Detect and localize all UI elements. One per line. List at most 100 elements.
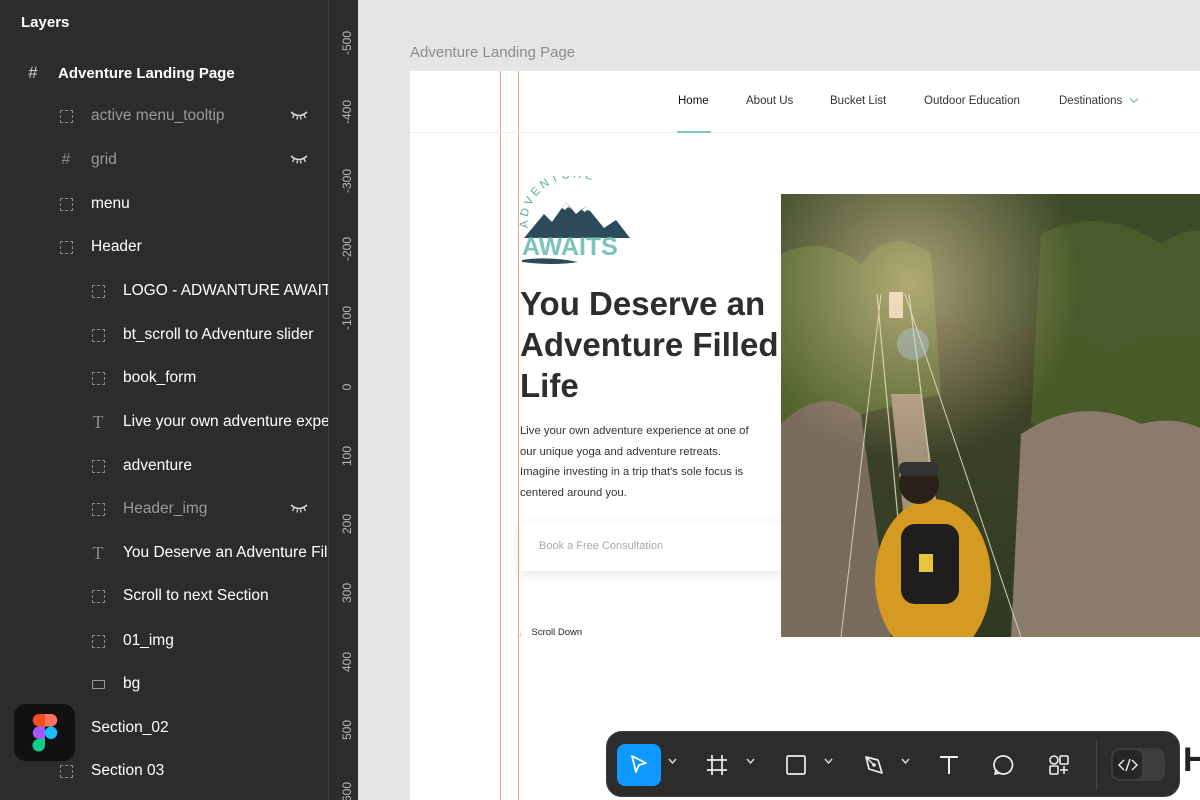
ruler-tick: -100 xyxy=(340,305,354,331)
text-icon xyxy=(940,756,958,774)
layer-live-your-own[interactable]: T Live your own adventure experience xyxy=(90,402,329,442)
layer-label: grid xyxy=(91,151,117,168)
resources-icon xyxy=(1049,755,1069,775)
comment-icon xyxy=(993,755,1014,775)
book-input-placeholder: Book a Free Consultation xyxy=(539,540,664,552)
scroll-down-button[interactable]: ↓ Scroll Down xyxy=(518,627,582,638)
nav-home[interactable]: Home xyxy=(678,95,709,107)
hidden-eye-icon[interactable] xyxy=(290,108,308,127)
layer-label: Scroll to next Section xyxy=(123,587,269,604)
layer-section-02[interactable]: Section_02 xyxy=(58,708,328,748)
chevron-down-icon xyxy=(1129,98,1138,104)
shape-tool-button[interactable] xyxy=(780,744,812,786)
layer-bt-scroll[interactable]: bt_scroll to Adventure slider xyxy=(90,315,328,355)
adventure-awaits-logo[interactable]: ADVENTURE AWAITS xyxy=(518,168,636,266)
nav-about-us[interactable]: About Us xyxy=(746,95,793,107)
layer-label: You Deserve an Adventure Filled Life xyxy=(123,544,328,561)
next-section-peek: H xyxy=(1183,741,1200,779)
frame-icon: # xyxy=(28,63,38,82)
layer-label: Header_img xyxy=(123,500,208,517)
chevron-down-icon[interactable] xyxy=(901,758,910,764)
layer-book-form[interactable]: book_form xyxy=(90,358,328,398)
comment-tool-button[interactable] xyxy=(988,744,1020,786)
layer-label: Section_02 xyxy=(91,719,169,736)
layer-label: Adventure Landing Page xyxy=(58,64,235,82)
layer-label: Section 03 xyxy=(91,762,165,779)
text-icon: T xyxy=(92,542,104,563)
resources-tool-button[interactable] xyxy=(1043,744,1075,786)
chevron-down-icon[interactable] xyxy=(668,758,677,764)
figma-logo-icon[interactable] xyxy=(14,704,75,761)
frame-icon: # xyxy=(61,151,71,168)
group-icon xyxy=(90,501,106,517)
layer-grid[interactable]: # grid xyxy=(58,140,328,180)
layer-label: bt_scroll to Adventure slider xyxy=(123,326,314,343)
layer-01-img[interactable]: 01_img xyxy=(90,621,328,661)
layer-label: LOGO - ADWANTURE AWAITS xyxy=(123,282,328,299)
chevron-down-icon[interactable] xyxy=(824,758,833,764)
layer-logo[interactable]: LOGO - ADWANTURE AWAITS xyxy=(90,271,328,311)
group-icon xyxy=(58,763,74,779)
group-icon xyxy=(90,370,106,386)
pen-icon xyxy=(865,756,883,774)
group-icon xyxy=(58,239,74,255)
move-tool-button[interactable] xyxy=(617,744,661,786)
layer-section-03[interactable]: Section 03 xyxy=(58,751,328,791)
layer-you-deserve[interactable]: T You Deserve an Adventure Filled Life xyxy=(90,533,329,573)
layer-menu[interactable]: menu xyxy=(58,184,328,224)
hero-body-text: Live your own adventure experience at on… xyxy=(520,425,749,499)
ruler-tick: 600 xyxy=(340,781,354,800)
group-icon xyxy=(58,108,74,124)
top-nav: Home About Us Bucket List Outdoor Educat… xyxy=(410,71,1200,133)
group-icon xyxy=(58,196,74,212)
nav-bucket-list[interactable]: Bucket List xyxy=(830,95,886,107)
ruler-tick: 500 xyxy=(340,719,354,741)
ruler-tick: 100 xyxy=(340,445,354,467)
layer-label: Live your own adventure experience xyxy=(123,413,328,430)
hidden-eye-icon[interactable] xyxy=(290,152,308,171)
logo-bottom-text: AWAITS xyxy=(522,233,618,261)
text-tool-button[interactable] xyxy=(933,744,965,786)
pen-tool-button[interactable] xyxy=(858,744,890,786)
landing-page-frame[interactable]: Home About Us Bucket List Outdoor Educat… xyxy=(410,71,1200,800)
canvas[interactable]: Adventure Landing Page Home About Us Buc… xyxy=(358,0,1200,800)
dev-mode-knob xyxy=(1113,750,1142,779)
frame-label[interactable]: Adventure Landing Page xyxy=(410,44,575,61)
layer-label: book_form xyxy=(123,369,197,386)
hidden-eye-icon[interactable] xyxy=(290,501,308,520)
book-consultation-input[interactable]: Book a Free Consultation xyxy=(520,523,782,571)
dev-mode-toggle[interactable] xyxy=(1111,748,1165,781)
layer-bg[interactable]: bg xyxy=(90,664,328,704)
ruler-tick: -300 xyxy=(340,168,354,194)
layers-panel: Layers # Adventure Landing Page active m… xyxy=(0,0,328,800)
pointer-icon xyxy=(631,755,647,773)
layer-label: Header xyxy=(91,238,142,255)
layer-label: 01_img xyxy=(123,632,174,649)
layer-label: bg xyxy=(123,675,141,692)
layer-label: active menu_tooltip xyxy=(91,107,225,124)
chevron-down-icon[interactable] xyxy=(746,758,755,764)
frame-tool-button[interactable] xyxy=(701,744,733,786)
code-icon xyxy=(1117,758,1138,771)
hero-image[interactable] xyxy=(781,194,1200,637)
layer-adventure-landing-page[interactable]: # Adventure Landing Page xyxy=(25,53,328,93)
group-icon xyxy=(90,283,106,299)
vertical-ruler: -500 -400 -300 -200 -100 0 100 200 300 4… xyxy=(328,0,358,800)
ruler-tick: -400 xyxy=(340,99,354,125)
group-icon xyxy=(90,458,106,474)
layer-header-img[interactable]: Header_img xyxy=(90,489,328,529)
group-icon xyxy=(90,588,106,604)
group-icon xyxy=(90,633,106,649)
nav-destinations[interactable]: Destinations xyxy=(1059,95,1139,107)
nav-active-underline xyxy=(677,131,711,133)
nav-outdoor-education[interactable]: Outdoor Education xyxy=(924,95,1020,107)
scroll-down-label: Scroll Down xyxy=(531,627,583,638)
layer-active-menu-tooltip[interactable]: active menu_tooltip xyxy=(58,96,328,136)
ruler-tick: -200 xyxy=(340,236,354,262)
rectangle-icon xyxy=(90,676,106,692)
layer-scroll-next[interactable]: Scroll to next Section xyxy=(90,576,328,616)
bottom-toolbar xyxy=(606,731,1180,797)
group-icon xyxy=(90,327,106,343)
layer-adventure[interactable]: adventure xyxy=(90,446,328,486)
layer-header[interactable]: Header xyxy=(58,227,328,267)
